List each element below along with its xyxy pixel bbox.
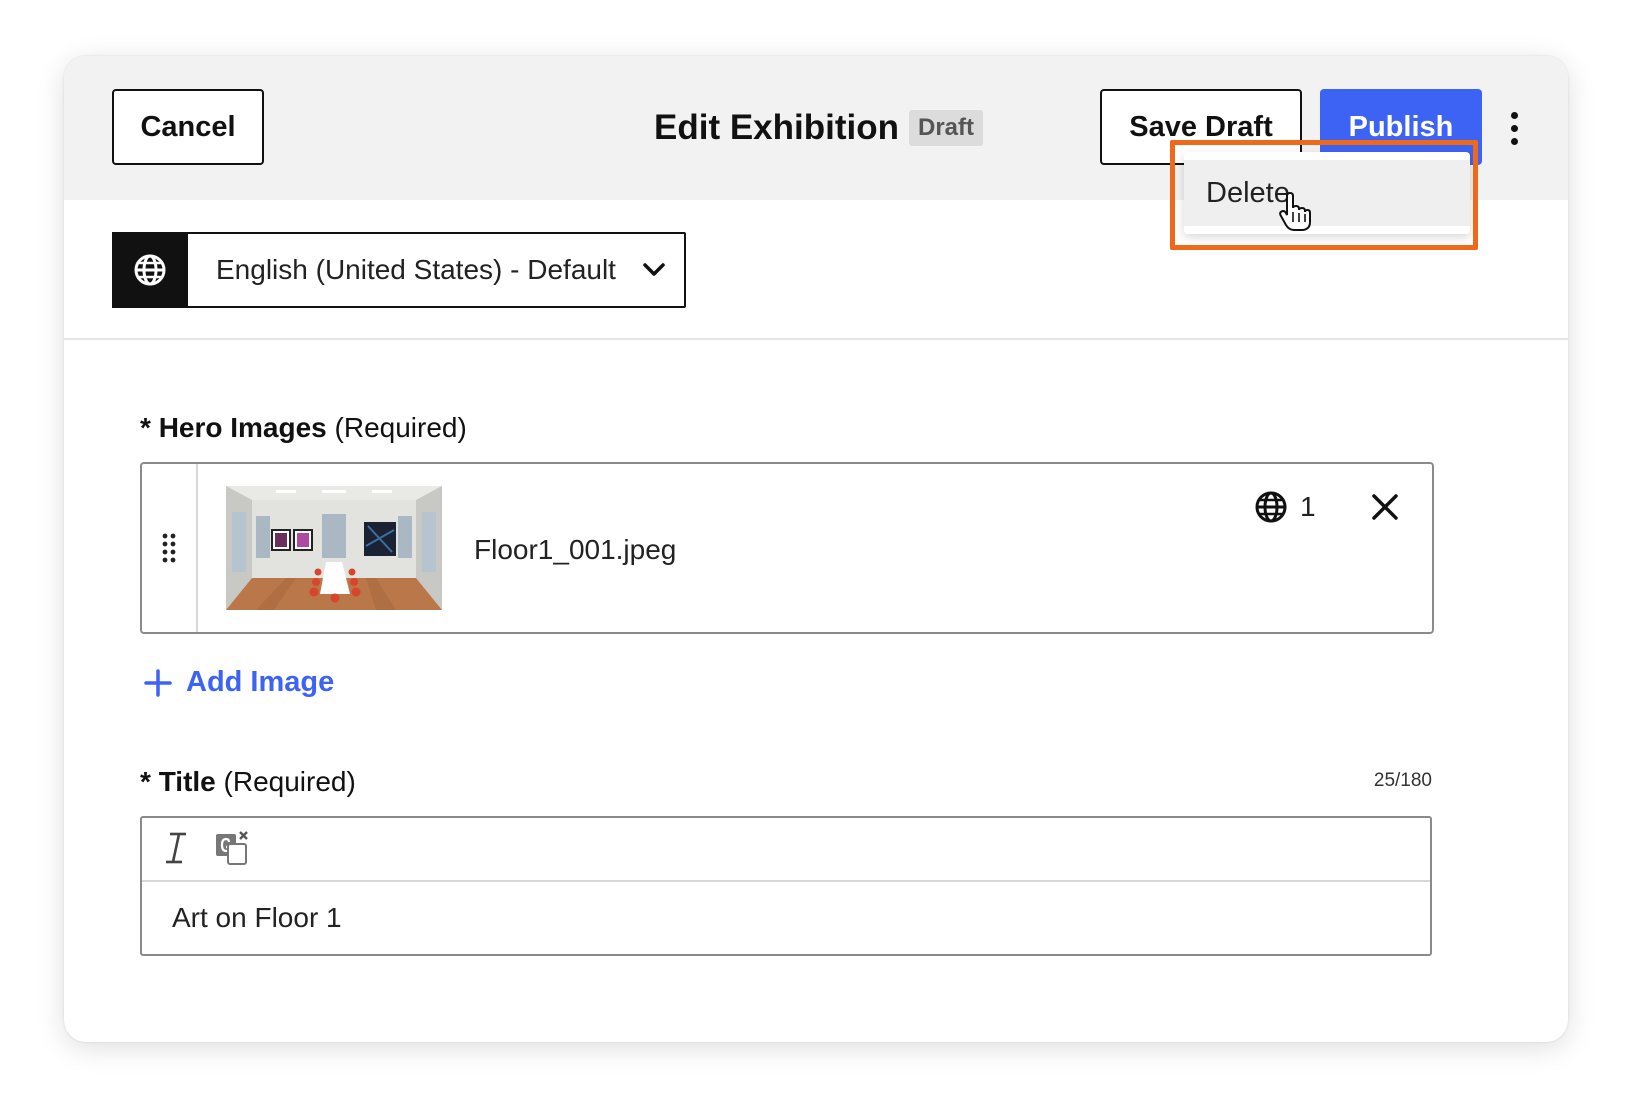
- image-language-count[interactable]: 1: [1254, 490, 1316, 524]
- cancel-button[interactable]: Cancel: [112, 89, 264, 165]
- drag-handle-icon[interactable]: [142, 464, 198, 632]
- plus-icon: [144, 668, 172, 697]
- required-asterisk: *: [140, 412, 159, 443]
- required-asterisk: *: [140, 766, 159, 797]
- required-hint: (Required): [334, 412, 467, 443]
- language-select[interactable]: English (United States) - Default: [112, 232, 686, 308]
- required-hint: (Required): [223, 766, 356, 797]
- page-title: Edit Exhibition: [654, 108, 899, 147]
- close-icon[interactable]: [1368, 490, 1402, 524]
- edit-exhibition-panel: Cancel Edit Exhibition Draft Save Draft …: [64, 56, 1568, 1042]
- italic-icon[interactable]: [158, 830, 194, 866]
- chevron-down-icon: [624, 234, 684, 306]
- more-dot: [1510, 111, 1518, 119]
- globe-icon: [112, 232, 188, 308]
- title-label: * Title (Required): [140, 766, 356, 798]
- hero-images-label-text: Hero Images: [158, 412, 327, 443]
- hero-images-label: * Hero Images (Required): [140, 412, 467, 444]
- character-counter: 25/180: [1373, 770, 1432, 791]
- title-group: Edit Exhibition Draft: [654, 106, 983, 150]
- globe-icon: [1255, 491, 1287, 523]
- field-toolbar: [142, 818, 1430, 882]
- overflow-menu: Delete: [1184, 152, 1470, 234]
- status-badge: Draft: [908, 110, 983, 146]
- language-select-value: English (United States) - Default: [216, 254, 616, 285]
- hero-image-item: Floor1_001.jpeg 1: [140, 462, 1434, 634]
- more-dot: [1510, 124, 1518, 132]
- language-count-value: 1: [1300, 491, 1316, 522]
- title-input[interactable]: Art on Floor 1: [172, 902, 342, 934]
- translate-icon[interactable]: [214, 830, 250, 866]
- more-dot: [1510, 137, 1518, 145]
- add-image-label: Add Image: [186, 666, 335, 698]
- add-image-button[interactable]: Add Image: [144, 666, 334, 699]
- hero-image-thumbnail: [226, 486, 442, 610]
- hand-pointer-cursor-icon: [1278, 191, 1312, 237]
- title-field: Art on Floor 1: [140, 816, 1432, 956]
- hero-image-filename: Floor1_001.jpeg: [474, 534, 677, 565]
- title-label-text: Title: [158, 766, 216, 797]
- menu-item-delete[interactable]: Delete: [1184, 160, 1470, 226]
- more-vertical-icon[interactable]: [1494, 106, 1534, 150]
